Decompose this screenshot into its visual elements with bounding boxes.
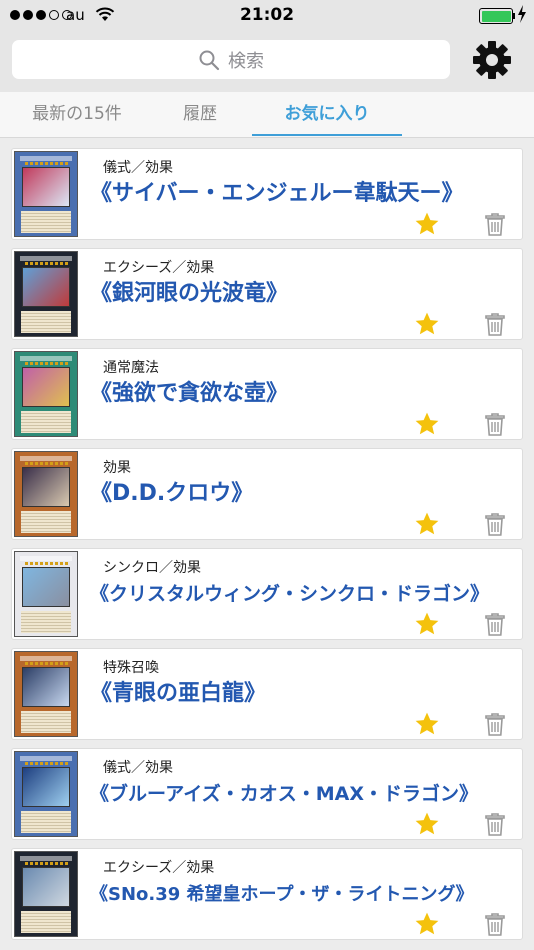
tab-recent-15[interactable]: 最新の15件 bbox=[22, 92, 132, 138]
card-thumbnail bbox=[14, 451, 78, 537]
card-thumbnail bbox=[14, 151, 78, 237]
delete-trash-icon[interactable] bbox=[484, 912, 506, 937]
segment-tabs: 最新の15件 履歴 お気に入り bbox=[0, 92, 534, 138]
card-list-item[interactable]: 特殊召喚 《青眼の亜白龍》 bbox=[11, 648, 523, 740]
delete-trash-icon[interactable] bbox=[484, 512, 506, 537]
favorite-star-icon[interactable] bbox=[414, 511, 440, 537]
battery-cap bbox=[513, 13, 515, 19]
favorite-star-icon[interactable] bbox=[414, 711, 440, 737]
card-thumbnail bbox=[14, 651, 78, 737]
card-thumbnail bbox=[14, 751, 78, 837]
delete-trash-icon[interactable] bbox=[484, 312, 506, 337]
card-list-item[interactable]: 儀式／効果 《ブルーアイズ・カオス・MAX・ドラゴン》 bbox=[11, 748, 523, 840]
card-thumbnail bbox=[14, 551, 78, 637]
card-list-item[interactable]: 通常魔法 《強欲で貪欲な壺》 bbox=[11, 348, 523, 440]
card-type-label: エクシーズ／効果 bbox=[103, 860, 215, 876]
card-type-label: 効果 bbox=[103, 460, 131, 476]
card-list-item[interactable]: エクシーズ／効果 《SNo.39 希望皇ホープ・ザ・ライトニング》 bbox=[11, 848, 523, 940]
search-placeholder: 検索 bbox=[228, 50, 264, 72]
favorite-star-icon[interactable] bbox=[414, 311, 440, 337]
search-input[interactable]: 検索 bbox=[12, 40, 450, 79]
tab-favorites[interactable]: お気に入り bbox=[252, 92, 402, 138]
card-type-label: 儀式／効果 bbox=[103, 160, 173, 176]
card-list-item[interactable]: エクシーズ／効果 《銀河眼の光波竜》 bbox=[11, 248, 523, 340]
card-name: 《D.D.クロウ》 bbox=[90, 481, 254, 506]
charging-bolt-icon bbox=[518, 5, 526, 23]
favorite-star-icon[interactable] bbox=[414, 611, 440, 637]
card-name: 《SNo.39 希望皇ホープ・ザ・ライトニング》 bbox=[90, 884, 474, 905]
delete-trash-icon[interactable] bbox=[484, 712, 506, 737]
search-icon bbox=[199, 50, 220, 70]
favorite-star-icon[interactable] bbox=[414, 911, 440, 937]
card-name: 《クリスタルウィング・シンクロ・ドラゴン》 bbox=[90, 583, 490, 605]
status-bar: au 21:02 bbox=[0, 0, 534, 30]
card-thumbnail bbox=[14, 251, 78, 337]
card-list-item[interactable]: 儀式／効果 《サイバー・エンジェルー韋駄天ー》 bbox=[11, 148, 523, 240]
card-name: 《青眼の亜白龍》 bbox=[90, 681, 267, 706]
status-time: 21:02 bbox=[239, 5, 295, 25]
card-name: 《強欲で貪欲な壺》 bbox=[90, 381, 289, 406]
favorite-star-icon[interactable] bbox=[414, 211, 440, 237]
delete-trash-icon[interactable] bbox=[484, 212, 506, 237]
delete-trash-icon[interactable] bbox=[484, 812, 506, 837]
favorites-list: 儀式／効果 《サイバー・エンジェルー韋駄天ー》 エクシーズ／効果 《銀河眼の光波… bbox=[0, 138, 534, 950]
delete-trash-icon[interactable] bbox=[484, 412, 506, 437]
card-type-label: 通常魔法 bbox=[103, 360, 159, 376]
card-name: 《ブルーアイズ・カオス・MAX・ドラゴン》 bbox=[90, 783, 478, 805]
card-type-label: エクシーズ／効果 bbox=[103, 260, 215, 276]
battery-icon bbox=[479, 8, 513, 24]
card-type-label: 特殊召喚 bbox=[103, 660, 159, 676]
card-thumbnail bbox=[14, 351, 78, 437]
favorite-star-icon[interactable] bbox=[414, 811, 440, 837]
tab-history[interactable]: 履歴 bbox=[170, 92, 230, 138]
card-list-item[interactable]: シンクロ／効果 《クリスタルウィング・シンクロ・ドラゴン》 bbox=[11, 548, 523, 640]
card-name: 《サイバー・エンジェルー韋駄天ー》 bbox=[90, 181, 464, 206]
selected-tab-indicator bbox=[252, 134, 402, 136]
card-name: 《銀河眼の光波竜》 bbox=[90, 281, 289, 306]
settings-gear-icon[interactable] bbox=[470, 38, 514, 82]
delete-trash-icon[interactable] bbox=[484, 612, 506, 637]
header: 検索 bbox=[0, 30, 534, 92]
card-thumbnail bbox=[14, 851, 78, 937]
favorite-star-icon[interactable] bbox=[414, 411, 440, 437]
card-list-item[interactable]: 効果 《D.D.クロウ》 bbox=[11, 448, 523, 540]
card-type-label: シンクロ／効果 bbox=[103, 560, 201, 576]
card-type-label: 儀式／効果 bbox=[103, 760, 173, 776]
